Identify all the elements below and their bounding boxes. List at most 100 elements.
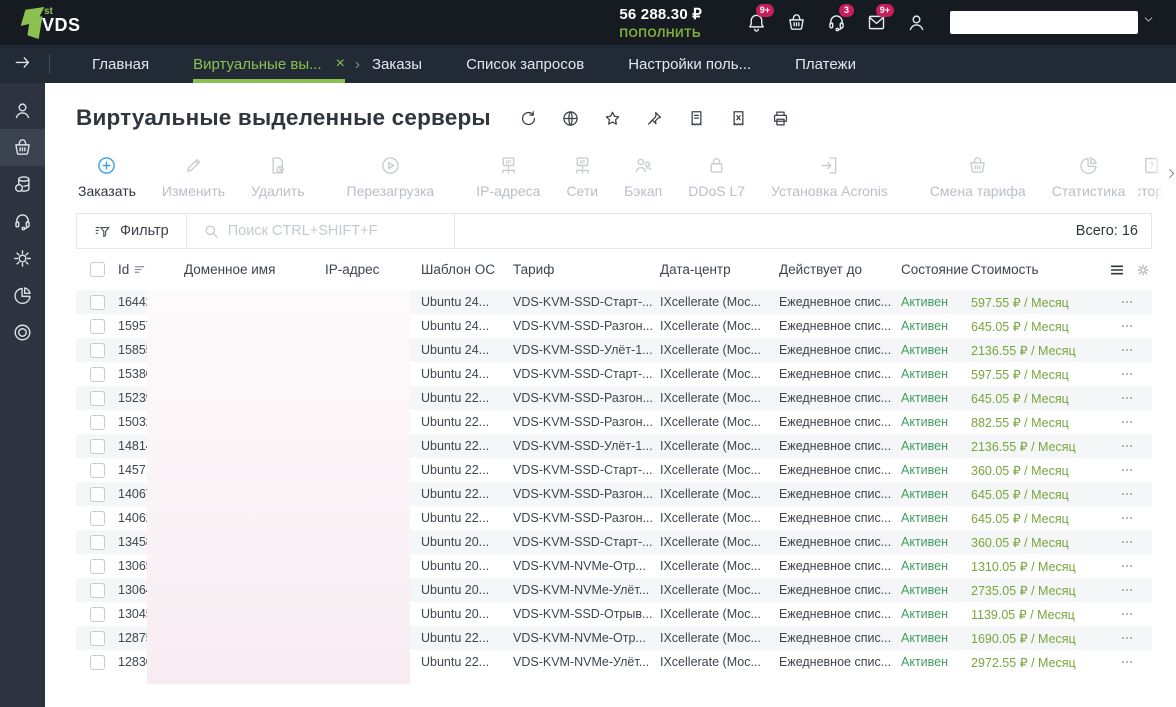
tab-label: Заказы bbox=[371, 55, 423, 73]
row-menu-button[interactable] bbox=[1117, 583, 1137, 597]
sidebar-item-support[interactable] bbox=[0, 203, 45, 240]
row-checkbox[interactable] bbox=[89, 510, 105, 526]
toolbar-history-button[interactable]: ? История bbox=[1138, 155, 1164, 199]
column-header-os[interactable]: Шаблон ОС bbox=[421, 262, 513, 277]
tab-home[interactable]: Главная bbox=[92, 45, 149, 83]
row-menu-button[interactable] bbox=[1117, 295, 1137, 309]
row-menu-button[interactable] bbox=[1117, 463, 1137, 477]
column-header-ip[interactable]: IP-адрес bbox=[325, 262, 421, 277]
row-checkbox[interactable] bbox=[89, 630, 105, 646]
column-header-state[interactable]: Состояние bbox=[901, 262, 971, 277]
toolbar-networks-button[interactable]: IP Сети bbox=[553, 155, 611, 199]
row-menu-button[interactable] bbox=[1117, 655, 1137, 669]
table-menu-icon[interactable] bbox=[1109, 262, 1125, 278]
cell-os-template: Ubuntu 20... bbox=[421, 607, 490, 621]
column-header-cost[interactable]: Стоимость bbox=[971, 262, 1101, 277]
row-checkbox[interactable] bbox=[89, 654, 105, 670]
toolbar-scroll-right-button[interactable] bbox=[1164, 166, 1176, 188]
row-checkbox[interactable] bbox=[89, 534, 105, 550]
row-checkbox[interactable] bbox=[89, 294, 105, 310]
row-menu-button[interactable] bbox=[1117, 439, 1137, 453]
tab-orders[interactable]: Заказы bbox=[372, 45, 422, 83]
toolbar-install-acronis-button[interactable]: Установка Acronis bbox=[758, 155, 901, 199]
row-menu-button[interactable] bbox=[1117, 487, 1137, 501]
pin-icon bbox=[645, 109, 664, 128]
sort-icon[interactable] bbox=[133, 263, 146, 276]
row-checkbox[interactable] bbox=[89, 438, 105, 454]
refresh-button[interactable] bbox=[519, 109, 538, 128]
tab-nav-arrow-button[interactable] bbox=[13, 52, 37, 76]
printer-button[interactable] bbox=[771, 109, 790, 128]
cell-os-template: Ubuntu 22... bbox=[421, 487, 490, 501]
row-checkbox[interactable] bbox=[89, 390, 105, 406]
select-all-checkbox[interactable] bbox=[89, 262, 105, 277]
toolbar-ddos-l7-button[interactable]: DDoS L7 bbox=[675, 155, 758, 199]
pin-button[interactable] bbox=[645, 109, 664, 128]
support-button[interactable]: 3 bbox=[816, 3, 856, 38]
row-menu-button[interactable] bbox=[1117, 607, 1137, 621]
tab-payments[interactable]: Платежи bbox=[795, 45, 856, 83]
globe-button[interactable] bbox=[561, 109, 580, 128]
row-checkbox[interactable] bbox=[89, 582, 105, 598]
cell-os-template: Ubuntu 24... bbox=[421, 367, 490, 381]
cell-status: Активен bbox=[901, 439, 949, 453]
search-input[interactable] bbox=[227, 223, 438, 239]
star-button[interactable] bbox=[603, 109, 622, 128]
toolbar-edit-button[interactable]: Изменить bbox=[149, 155, 238, 199]
toolbar-backup-button[interactable]: Бэкап bbox=[611, 155, 675, 199]
document-list-button[interactable] bbox=[687, 109, 706, 128]
toolbar-delete-button[interactable]: Удалить bbox=[238, 155, 317, 199]
firstvds-logo[interactable]: st VDS bbox=[14, 2, 92, 44]
sidebar-item-finance[interactable] bbox=[0, 166, 45, 203]
column-header-tariff[interactable]: Тариф bbox=[513, 262, 660, 277]
sidebar-item-statistics[interactable] bbox=[0, 277, 45, 314]
row-checkbox[interactable] bbox=[89, 558, 105, 574]
row-menu-button[interactable] bbox=[1117, 511, 1137, 525]
filter-button[interactable]: Фильтр bbox=[77, 223, 186, 240]
cart-button[interactable] bbox=[776, 8, 816, 38]
tab-virtual-servers[interactable]: Виртуальные вы... × bbox=[193, 45, 345, 83]
row-checkbox[interactable] bbox=[89, 486, 105, 502]
row-menu-button[interactable] bbox=[1117, 559, 1137, 573]
username-redacted[interactable] bbox=[950, 11, 1138, 34]
account-menu-button[interactable] bbox=[1142, 13, 1162, 33]
toolbar-ip-addresses-button[interactable]: IP IP-адреса bbox=[463, 155, 553, 199]
row-checkbox[interactable] bbox=[89, 606, 105, 622]
row-checkbox[interactable] bbox=[89, 462, 105, 478]
row-menu-button[interactable] bbox=[1117, 343, 1137, 357]
sidebar-item-settings[interactable] bbox=[0, 240, 45, 277]
toolbar-order-button[interactable]: Заказать bbox=[65, 155, 149, 199]
tab-user-settings[interactable]: Настройки поль... bbox=[628, 45, 751, 83]
toolbar-reboot-button[interactable]: Перезагрузка bbox=[334, 155, 448, 199]
tab-requests[interactable]: Список запросов bbox=[466, 45, 584, 83]
row-checkbox[interactable] bbox=[89, 414, 105, 430]
toolbar-change-tariff-button[interactable]: Смена тарифа bbox=[917, 155, 1039, 199]
sidebar-item-orders[interactable] bbox=[0, 129, 45, 166]
notifications-button[interactable]: 9+ bbox=[736, 3, 776, 38]
messages-button[interactable]: 9+ bbox=[856, 3, 896, 38]
profile-button[interactable] bbox=[896, 8, 936, 38]
row-checkbox[interactable] bbox=[89, 366, 105, 382]
row-menu-button[interactable] bbox=[1117, 535, 1137, 549]
column-header-domain[interactable]: Доменное имя bbox=[184, 262, 325, 277]
sidebar-item-profile[interactable] bbox=[0, 92, 45, 129]
row-menu-button[interactable] bbox=[1117, 319, 1137, 333]
sidebar-item-services[interactable] bbox=[0, 314, 45, 351]
top-up-link[interactable]: ПОПОЛНИТЬ bbox=[619, 26, 701, 40]
column-header-until[interactable]: Действует до bbox=[779, 262, 901, 277]
column-header-dc[interactable]: Дата-центр bbox=[660, 262, 779, 277]
row-menu-button[interactable] bbox=[1117, 391, 1137, 405]
column-header-id[interactable]: Id bbox=[118, 262, 184, 277]
cell-os-template: Ubuntu 22... bbox=[421, 415, 490, 429]
app-window: st VDS 56 288.30 ₽ ПОПОЛНИТЬ 9+ 3 9+ Гла… bbox=[0, 0, 1176, 707]
row-menu-button[interactable] bbox=[1117, 415, 1137, 429]
row-checkbox[interactable] bbox=[89, 342, 105, 358]
toolbar-statistics-button[interactable]: Статистика bbox=[1039, 155, 1139, 199]
printer-icon bbox=[771, 109, 790, 128]
row-menu-button[interactable] bbox=[1117, 631, 1137, 645]
tab-close-icon[interactable]: × bbox=[336, 56, 345, 72]
row-menu-button[interactable] bbox=[1117, 367, 1137, 381]
table-settings-icon[interactable] bbox=[1136, 263, 1150, 277]
row-checkbox[interactable] bbox=[89, 318, 105, 334]
excel-export-button[interactable] bbox=[729, 109, 748, 128]
